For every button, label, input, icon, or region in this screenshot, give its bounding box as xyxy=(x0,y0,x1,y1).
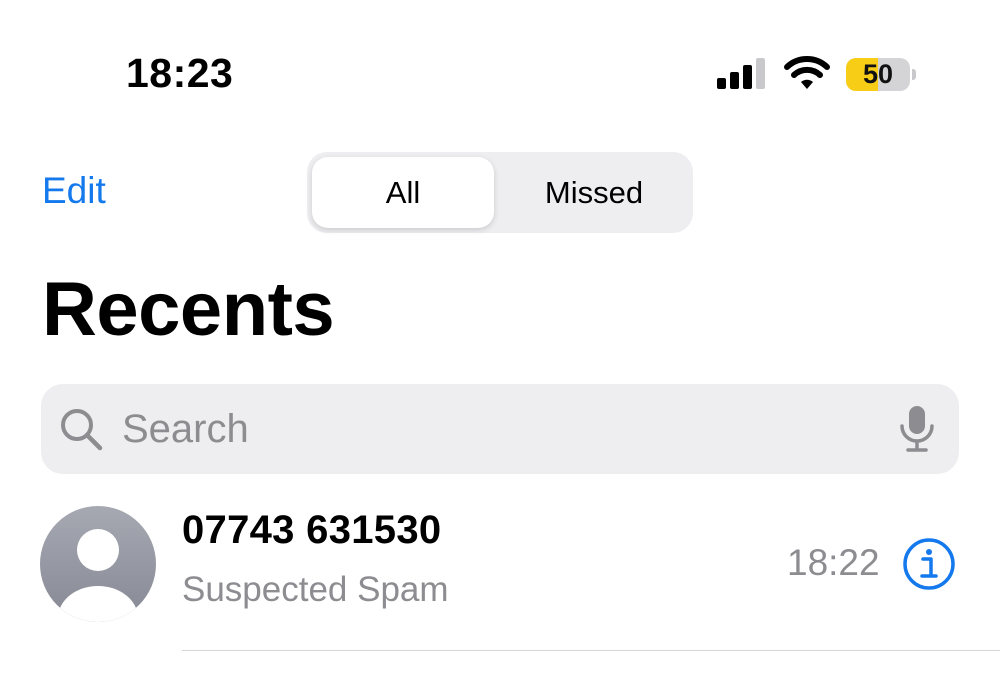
status-bar: 18:23 50 xyxy=(0,0,1000,130)
battery-cap xyxy=(912,69,916,80)
search-placeholder[interactable]: Search xyxy=(122,406,249,452)
edit-button[interactable]: Edit xyxy=(42,170,106,212)
search-icon xyxy=(61,409,103,451)
microphone-icon[interactable] xyxy=(898,404,936,454)
wifi-icon xyxy=(784,56,830,89)
segmented-control: All Missed xyxy=(307,152,693,233)
caller-label: Suspected Spam xyxy=(182,570,449,609)
caller-number: 07743 631530 xyxy=(182,508,442,552)
cellular-signal-icon xyxy=(717,58,765,89)
battery-level: 50 xyxy=(862,59,894,89)
page-title: Recents xyxy=(42,267,335,352)
battery-indicator: 50 xyxy=(846,58,910,91)
segment-all[interactable]: All xyxy=(312,157,494,228)
status-time: 18:23 xyxy=(126,50,234,96)
row-divider xyxy=(182,650,1000,651)
segment-missed[interactable]: Missed xyxy=(500,157,688,228)
info-icon[interactable] xyxy=(902,537,956,591)
call-time: 18:22 xyxy=(787,542,880,583)
avatar-icon xyxy=(40,506,156,622)
